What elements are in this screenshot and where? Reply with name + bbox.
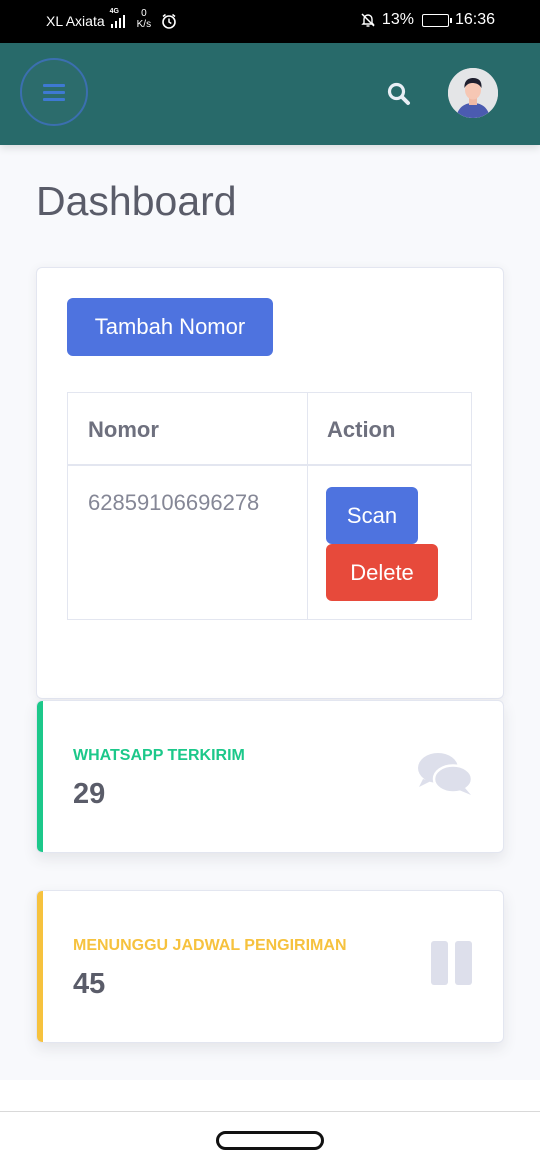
comments-icon [418,753,473,795]
numbers-table: Nomor Action 62859106696278 Scan Delete [67,392,472,620]
search-icon[interactable] [383,78,415,110]
battery-percent: 13% [381,11,414,28]
scan-button[interactable]: Scan [326,487,418,544]
stat-value: 29 [73,778,106,810]
column-divider [307,393,308,619]
user-avatar[interactable] [448,68,498,118]
battery-icon [421,13,452,27]
delete-button[interactable]: Delete [326,544,438,601]
column-header-nomor: Nomor [88,417,159,442]
speed-unit: K/s [136,19,152,30]
carrier-name: XL Axiata [46,13,105,29]
stat-card-whatsapp-sent: WHATSAPP TERKIRIM 29 [36,700,504,853]
network-speed: 0 K/s [137,8,151,30]
numbers-card: Tambah Nomor Nomor Action 62859106696278… [36,267,504,699]
sidebar-toggle-button[interactable] [20,58,88,126]
stat-value: 45 [73,968,106,1000]
stat-accent [37,701,43,852]
page-title: Dashboard [36,178,237,224]
table-cell-nomor: 62859106696278 [88,490,260,515]
add-number-button[interactable]: Tambah Nomor [67,298,273,356]
network-type: 4G [109,8,119,15]
clock: 16:36 [454,11,495,28]
signal-icon: 4G [110,8,125,28]
pause-icon [431,941,472,985]
column-header-action: Action [327,417,396,442]
avatar-icon [448,68,498,118]
status-left: XL Axiata 4G 0 K/s [46,8,177,30]
speed-value: 0 [141,8,147,19]
system-navigation-bar [0,1080,540,1170]
alarm-icon [162,13,176,29]
notifications-off-icon [361,13,375,27]
topbar [0,43,540,145]
hamburger-icon [43,80,65,105]
stat-label: MENUNGGU JADWAL PENGIRIMAN [73,937,347,954]
status-right: 13% 16:36 [360,11,495,29]
stat-accent [37,891,43,1042]
status-bar: XL Axiata 4G 0 K/s 13% 16:36 [0,0,540,43]
stat-card-pending-schedule: MENUNGGU JADWAL PENGIRIMAN 45 [36,890,504,1043]
home-gesture-bar[interactable] [216,1131,324,1150]
stat-label: WHATSAPP TERKIRIM [73,747,245,764]
divider [0,1111,540,1112]
